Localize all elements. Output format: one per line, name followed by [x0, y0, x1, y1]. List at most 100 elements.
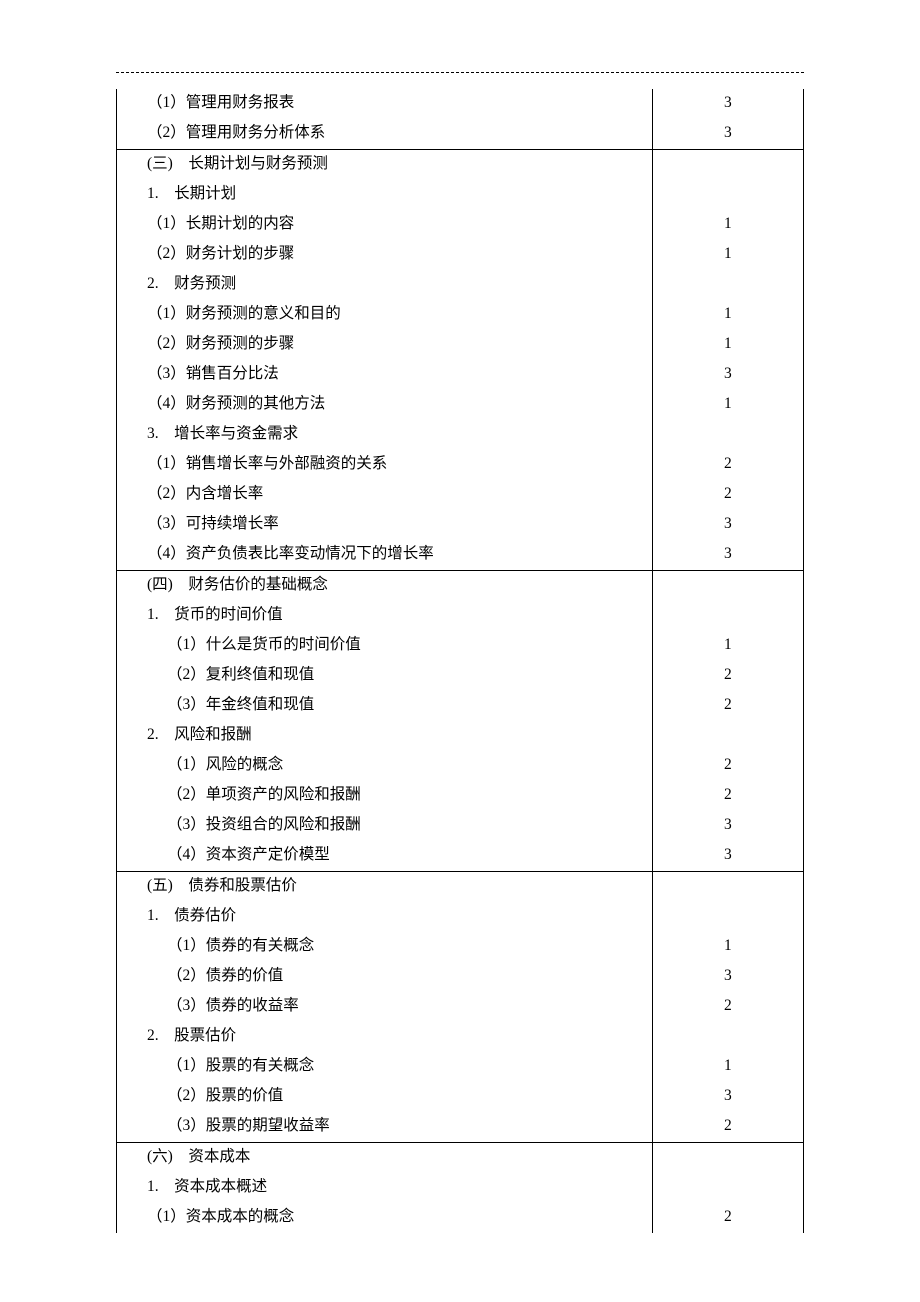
item-label-cell: （1）销售增长率与外部融资的关系 [117, 450, 653, 480]
table-row: （3）投资组合的风险和报酬3 [117, 811, 804, 841]
item-value-cell: 1 [652, 240, 803, 270]
item-label: 1. 货币的时间价值 [117, 601, 652, 631]
item-value-cell: 3 [652, 510, 803, 540]
item-label: (四) 财务估价的基础概念 [117, 571, 652, 601]
item-value-cell: 3 [652, 962, 803, 992]
item-value: 2 [653, 661, 803, 691]
item-label: （1）股票的有关概念 [117, 1052, 652, 1082]
table-row: 1. 货币的时间价值 [117, 601, 804, 631]
item-label: （1）财务预测的意义和目的 [117, 300, 652, 330]
item-label: 2. 风险和报酬 [117, 721, 652, 751]
item-label: （3）投资组合的风险和报酬 [117, 811, 652, 841]
item-label-cell: （1）管理用财务报表 [117, 89, 653, 119]
item-value-cell [652, 180, 803, 210]
item-label-cell: （4）资本资产定价模型 [117, 841, 653, 872]
item-label-cell: 1. 资本成本概述 [117, 1173, 653, 1203]
item-label: （4）资本资产定价模型 [117, 841, 652, 871]
item-label-cell: （3）可持续增长率 [117, 510, 653, 540]
item-label-cell: （2）债券的价值 [117, 962, 653, 992]
table-row: （2）债券的价值3 [117, 962, 804, 992]
table-row: （1）股票的有关概念1 [117, 1052, 804, 1082]
table-row: (五) 债券和股票估价 [117, 872, 804, 903]
item-label-cell: （2）财务预测的步骤 [117, 330, 653, 360]
item-value-cell: 2 [652, 480, 803, 510]
item-value-cell: 3 [652, 841, 803, 872]
item-value-cell [652, 902, 803, 932]
item-label: （2）复利终值和现值 [117, 661, 652, 691]
item-label: 1. 资本成本概述 [117, 1173, 652, 1203]
item-label-cell: （1）债券的有关概念 [117, 932, 653, 962]
item-value-cell: 2 [652, 781, 803, 811]
item-value-cell [652, 270, 803, 300]
item-label-cell: （3）年金终值和现值 [117, 691, 653, 721]
item-label: （1）风险的概念 [117, 751, 652, 781]
item-value: 1 [653, 210, 803, 240]
item-value: 2 [653, 751, 803, 781]
item-label-cell: （1）资本成本的概念 [117, 1203, 653, 1233]
item-label-cell: （4）资产负债表比率变动情况下的增长率 [117, 540, 653, 571]
table-row: 1. 长期计划 [117, 180, 804, 210]
table-row: （3）可持续增长率3 [117, 510, 804, 540]
item-label-cell: 2. 财务预测 [117, 270, 653, 300]
item-label: (六) 资本成本 [117, 1143, 652, 1173]
table-row: （3）股票的期望收益率2 [117, 1112, 804, 1143]
table-row: （4）资本资产定价模型3 [117, 841, 804, 872]
table-row: （2）财务计划的步骤1 [117, 240, 804, 270]
item-label-cell: (五) 债券和股票估价 [117, 872, 653, 903]
item-label-cell: (三) 长期计划与财务预测 [117, 150, 653, 181]
item-value: 2 [653, 1112, 803, 1142]
item-label-cell: （3）投资组合的风险和报酬 [117, 811, 653, 841]
table-row: 2. 财务预测 [117, 270, 804, 300]
item-label-cell: （3）销售百分比法 [117, 360, 653, 390]
item-label-cell: 1. 货币的时间价值 [117, 601, 653, 631]
item-value-cell: 1 [652, 1052, 803, 1082]
item-label: (五) 债券和股票估价 [117, 872, 652, 902]
item-label: 2. 财务预测 [117, 270, 652, 300]
item-label: （3）可持续增长率 [117, 510, 652, 540]
item-value: 3 [653, 89, 803, 119]
item-label: （2）财务预测的步骤 [117, 330, 652, 360]
item-label-cell: （2）单项资产的风险和报酬 [117, 781, 653, 811]
table-row: （1）债券的有关概念1 [117, 932, 804, 962]
item-value-cell: 3 [652, 119, 803, 150]
item-value: 1 [653, 631, 803, 661]
item-value-cell: 2 [652, 1203, 803, 1233]
item-value: 2 [653, 992, 803, 1022]
item-value-cell: 3 [652, 89, 803, 119]
item-label: （1）债券的有关概念 [117, 932, 652, 962]
item-label-cell: (六) 资本成本 [117, 1143, 653, 1174]
item-label: 1. 债券估价 [117, 902, 652, 932]
syllabus-table: （1）管理用财务报表3（2）管理用财务分析体系3(三) 长期计划与财务预测1. … [116, 89, 804, 1233]
item-label: （2）股票的价值 [117, 1082, 652, 1112]
item-label: 2. 股票估价 [117, 1022, 652, 1052]
item-value [653, 150, 803, 180]
table-row: 1. 资本成本概述 [117, 1173, 804, 1203]
item-value: 2 [653, 450, 803, 480]
item-value-cell: 3 [652, 360, 803, 390]
item-value [653, 902, 803, 932]
item-value: 3 [653, 841, 803, 871]
item-value-cell [652, 1022, 803, 1052]
item-label-cell: 1. 长期计划 [117, 180, 653, 210]
item-value: 3 [653, 1082, 803, 1112]
item-value: 3 [653, 119, 803, 149]
item-value-cell: 1 [652, 932, 803, 962]
table-row: （1）销售增长率与外部融资的关系2 [117, 450, 804, 480]
table-row: （1）管理用财务报表3 [117, 89, 804, 119]
item-value [653, 1173, 803, 1203]
item-label-cell: （1）长期计划的内容 [117, 210, 653, 240]
header-separator [116, 72, 804, 73]
item-value [653, 601, 803, 631]
item-label-cell: （2）股票的价值 [117, 1082, 653, 1112]
table-row: （1）什么是货币的时间价值1 [117, 631, 804, 661]
item-label: （2）财务计划的步骤 [117, 240, 652, 270]
item-value: 1 [653, 932, 803, 962]
item-label: （3）债券的收益率 [117, 992, 652, 1022]
item-label: 1. 长期计划 [117, 180, 652, 210]
item-label-cell: （3）债券的收益率 [117, 992, 653, 1022]
item-value: 2 [653, 1203, 803, 1233]
item-value-cell: 1 [652, 210, 803, 240]
item-label: （2）债券的价值 [117, 962, 652, 992]
table-row: （4）资产负债表比率变动情况下的增长率3 [117, 540, 804, 571]
item-value [653, 1022, 803, 1052]
